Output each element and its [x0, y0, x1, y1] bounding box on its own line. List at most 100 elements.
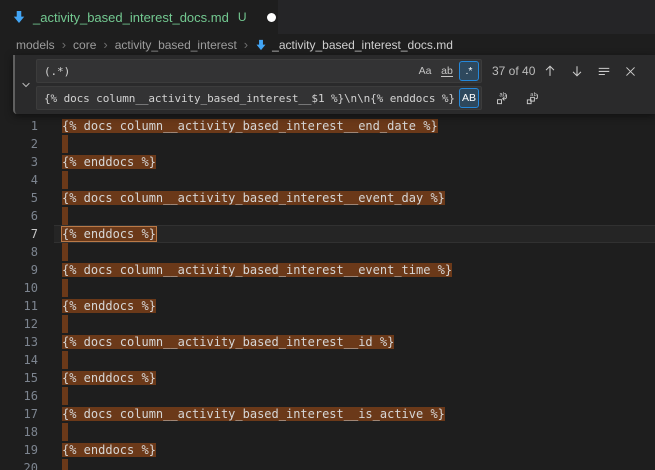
replace-input[interactable]: {% docs column__activity_based_interest_…: [36, 86, 482, 110]
zero-length-match-highlight: [62, 207, 68, 225]
chevron-right-icon: ›: [244, 37, 248, 52]
replace-icon: ab: [495, 91, 510, 106]
arrow-down-icon: [570, 64, 584, 78]
line-content: {% enddocs %}: [62, 441, 156, 459]
editor-line[interactable]: 19 {% enddocs %}: [0, 441, 655, 459]
breadcrumb-item-folder[interactable]: activity_based_interest: [115, 38, 237, 52]
find-match: {% enddocs %}: [62, 371, 156, 385]
breadcrumb-item-models[interactable]: models: [16, 38, 55, 52]
line-number: 1: [0, 117, 38, 135]
find-match: {% docs column__activity_based_interest_…: [62, 407, 445, 421]
match-case-label: Aa: [419, 65, 432, 77]
line-number: 7: [0, 225, 38, 243]
editor-line[interactable]: 9 {% docs column__activity_based_interest…: [0, 261, 655, 279]
find-input[interactable]: (.*) Aa ab .*: [36, 59, 482, 83]
close-find-button[interactable]: [620, 61, 641, 82]
zero-length-match-highlight: [62, 387, 68, 405]
editor-line[interactable]: 15 {% enddocs %}: [0, 369, 655, 387]
zero-length-match-highlight: [62, 171, 68, 189]
line-number: 4: [0, 171, 38, 189]
line-content: {% enddocs %}: [62, 297, 156, 315]
editor-line[interactable]: 11 {% enddocs %}: [0, 297, 655, 315]
line-content: {% enddocs %}: [62, 153, 156, 171]
breadcrumb: models › core › activity_based_interest …: [0, 34, 655, 55]
markdown-icon: [12, 10, 26, 24]
zero-length-match-highlight: [62, 423, 68, 441]
editor-line[interactable]: 2: [0, 135, 655, 153]
line-content: {% enddocs %}: [62, 369, 156, 387]
line-number: 12: [0, 315, 38, 333]
line-number: 8: [0, 243, 38, 261]
line-number: 15: [0, 369, 38, 387]
whole-word-toggle[interactable]: ab: [437, 61, 457, 81]
editor-line[interactable]: 8: [0, 243, 655, 261]
whole-word-label: ab: [441, 66, 453, 77]
line-number: 13: [0, 333, 38, 351]
line-content: {% docs column__activity_based_interest_…: [62, 261, 452, 279]
line-content: [62, 279, 68, 297]
line-content: {% docs column__activity_based_interest_…: [62, 405, 445, 423]
editor-line[interactable]: 5 {% docs column__activity_based_interest…: [0, 189, 655, 207]
zero-length-match-highlight: [62, 243, 68, 261]
zero-length-match-highlight: [62, 279, 68, 297]
find-in-selection-button[interactable]: [593, 61, 614, 82]
editor-line[interactable]: 10: [0, 279, 655, 297]
regex-label: .*: [465, 65, 472, 77]
line-number: 18: [0, 423, 38, 441]
line-number: 6: [0, 207, 38, 225]
zero-length-match-highlight: [62, 135, 68, 153]
breadcrumb-item-core[interactable]: core: [73, 38, 96, 52]
editor-tab[interactable]: _activity_based_interest_docs.md U: [0, 0, 278, 34]
editor-line[interactable]: 16: [0, 387, 655, 405]
line-content: {% enddocs %}: [62, 225, 156, 243]
tab-filename: _activity_based_interest_docs.md: [33, 10, 229, 25]
line-content: [62, 459, 68, 470]
line-number: 20: [0, 459, 38, 470]
editor-line[interactable]: 3{% enddocs %}: [0, 153, 655, 171]
line-content: [62, 423, 68, 441]
find-match: {% docs column__activity_based_interest_…: [62, 191, 445, 205]
editor-line[interactable]: 17 {% docs column__activity_based_interes…: [0, 405, 655, 423]
chevron-down-icon: [20, 79, 32, 91]
preserve-case-toggle[interactable]: AB: [459, 88, 479, 108]
editor-line[interactable]: 14: [0, 351, 655, 369]
editor-line[interactable]: 6: [0, 207, 655, 225]
breadcrumb-item-file[interactable]: _activity_based_interest_docs.md: [255, 38, 453, 52]
editor-line[interactable]: 20: [0, 459, 655, 470]
line-number: 19: [0, 441, 38, 459]
line-number: 17: [0, 405, 38, 423]
editor: (.*) Aa ab .* 37 of 40: [0, 55, 655, 470]
tab-bar: _activity_based_interest_docs.md U: [0, 0, 655, 34]
replace-button[interactable]: ab: [492, 88, 513, 109]
svg-text:ab: ab: [499, 91, 507, 98]
editor-line[interactable]: 7 {% enddocs %}: [0, 225, 655, 243]
unsaved-dot-icon[interactable]: [267, 13, 276, 22]
find-match: {% docs column__activity_based_interest_…: [62, 335, 394, 349]
previous-match-button[interactable]: [539, 61, 560, 82]
replace-all-button[interactable]: ab: [522, 88, 543, 109]
editor-line[interactable]: 18: [0, 423, 655, 441]
editor-line[interactable]: 13 {% docs column__activity_based_interes…: [0, 333, 655, 351]
line-number: 9: [0, 261, 38, 279]
markdown-icon: [255, 39, 267, 51]
toggle-replace-button[interactable]: [15, 59, 36, 110]
editor-line[interactable]: 1{% docs column__activity_based_interest…: [0, 117, 655, 135]
line-content: [62, 171, 68, 189]
arrow-up-icon: [543, 64, 557, 78]
match-case-toggle[interactable]: Aa: [415, 61, 435, 81]
line-number: 2: [0, 135, 38, 153]
line-number: 11: [0, 297, 38, 315]
line-content: [62, 243, 68, 261]
zero-length-match-highlight: [62, 459, 68, 470]
replace-row: {% docs column__activity_based_interest_…: [36, 86, 647, 110]
regex-toggle[interactable]: .*: [459, 61, 479, 81]
next-match-button[interactable]: [566, 61, 587, 82]
editor-line[interactable]: 4: [0, 171, 655, 189]
line-number: 5: [0, 189, 38, 207]
breadcrumb-file-label: _activity_based_interest_docs.md: [272, 38, 453, 52]
replace-all-icon: ab: [525, 91, 540, 106]
editor-line[interactable]: 12: [0, 315, 655, 333]
find-widget: (.*) Aa ab .* 37 of 40: [13, 55, 655, 114]
zero-length-match-highlight: [62, 315, 68, 333]
find-match: {% enddocs %}: [62, 299, 156, 313]
